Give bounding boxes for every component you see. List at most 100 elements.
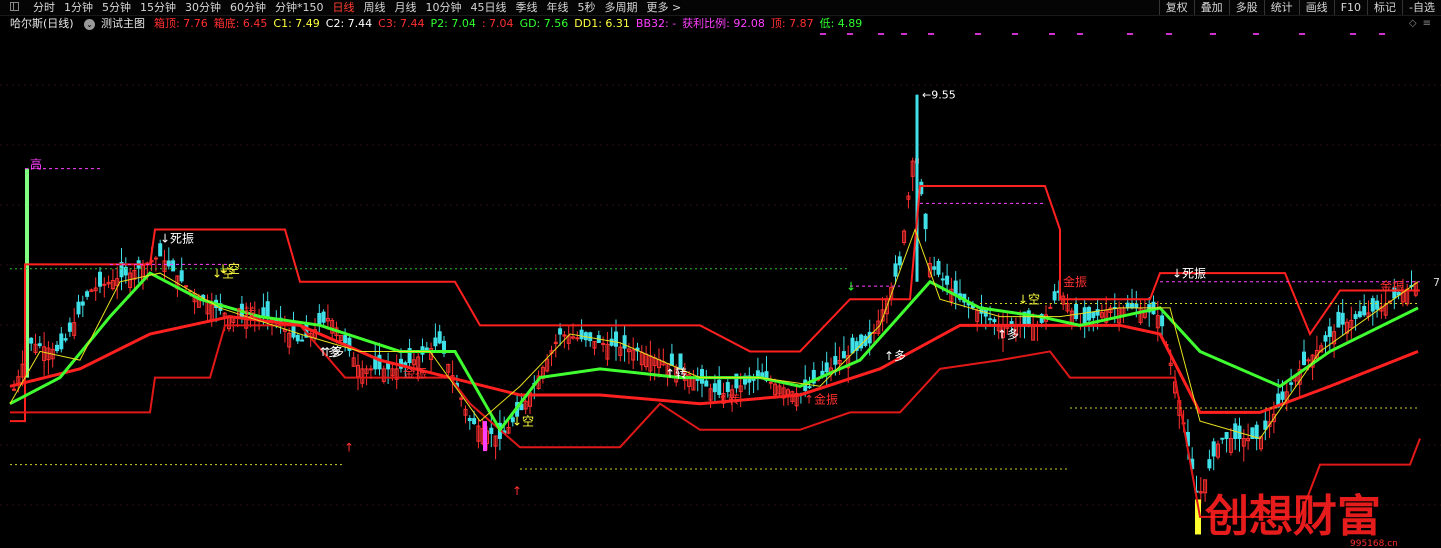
- tab-period-1[interactable]: 1分钟: [64, 0, 93, 15]
- signal-label: ↑多: [884, 349, 906, 363]
- tool-button-5[interactable]: F10: [1333, 0, 1367, 15]
- indicator-legend: 哈尔斯(日线) ⌄ 测试主图 箱顶: 7.76 箱底: 6.45 C1: 7.49 C…: [0, 16, 1441, 32]
- candle-body: [171, 260, 176, 272]
- tab-period-9[interactable]: 月线: [395, 0, 417, 15]
- signal-label: 高: [30, 157, 42, 172]
- candle-body: [807, 386, 812, 389]
- candle-body: [1095, 309, 1100, 316]
- candle-body: [1357, 311, 1362, 318]
- legend-value-11: 顶: 7.87: [770, 17, 814, 30]
- candle-body: [841, 351, 846, 359]
- arrow-icon: ↑: [344, 441, 354, 455]
- candle-body: [1362, 305, 1367, 316]
- tab-period-7[interactable]: 日线: [333, 0, 355, 15]
- tab-period-6[interactable]: 分钟*150: [275, 0, 324, 15]
- candle-body: [343, 335, 348, 344]
- tab-period-13[interactable]: 年线: [547, 0, 569, 15]
- candle-body: [704, 380, 709, 387]
- tab-period-8[interactable]: 周线: [364, 0, 386, 15]
- candle-body: [1353, 314, 1358, 320]
- legend-value-1: 箱底: 6.45: [213, 17, 268, 30]
- candle-body: [184, 285, 188, 288]
- tool-button-2[interactable]: 多股: [1228, 0, 1264, 15]
- candle-body: [1340, 312, 1345, 325]
- tool-button-3[interactable]: 统计: [1263, 0, 1299, 15]
- chevron-down-icon[interactable]: ⌄: [84, 19, 95, 30]
- legend-value-2: C1: 7.49: [273, 17, 320, 30]
- candle-body: [1263, 420, 1268, 430]
- tab-period-12[interactable]: 季线: [516, 0, 538, 15]
- candle-body: [59, 333, 64, 350]
- candle-body: [433, 337, 438, 347]
- stock-title[interactable]: 哈尔斯(日线): [10, 16, 74, 32]
- indicator-values: 箱顶: 7.76 箱底: 6.45 C1: 7.49 C2: 7.44 C3: 7.44…: [154, 16, 868, 32]
- legend-value-7: GD: 7.56: [519, 17, 569, 30]
- candle-body: [1370, 298, 1375, 312]
- candle-body: [102, 283, 107, 286]
- kline-chart[interactable]: 高↓死振↓空↑多↓空↑多 ↑多↓空↑多↓死振金振金振↑金振↑转↑转↑转金振↓空←9…: [0, 33, 1441, 548]
- tab-period-10[interactable]: 10分钟: [426, 0, 462, 15]
- candle-body: [1160, 315, 1165, 327]
- signal-label: 金振: [1380, 279, 1404, 294]
- candle-body: [893, 263, 898, 277]
- candle-body: [63, 338, 68, 341]
- signal-marker: [901, 33, 907, 35]
- menu-icon[interactable]: ≡: [1423, 18, 1431, 29]
- signal-label: ↑金振: [804, 392, 838, 407]
- candle-body: [1091, 311, 1096, 319]
- signal-marker: [928, 33, 934, 35]
- signal-marker: [1077, 33, 1083, 35]
- candle-body: [1026, 310, 1031, 326]
- tool-button-6[interactable]: 标记: [1367, 0, 1402, 15]
- candle-body: [1207, 459, 1212, 469]
- legend-value-5: P2: 7.04: [430, 17, 476, 30]
- candle-body: [833, 356, 838, 365]
- candle-body: [368, 368, 373, 371]
- candle-body: [166, 260, 171, 267]
- candle-body: [1211, 441, 1216, 457]
- signal-marker: [878, 33, 884, 35]
- diamond-icon[interactable]: ◇: [1409, 18, 1417, 29]
- candle-body: [1074, 304, 1079, 320]
- candle-body: [850, 337, 855, 354]
- tab-period-2[interactable]: 5分钟: [102, 0, 131, 15]
- tab-period-15[interactable]: 多周期: [605, 0, 638, 15]
- legend-value-8: DD1: 6.31: [574, 17, 630, 30]
- tab-period-0[interactable]: 分时: [33, 0, 55, 15]
- tool-button-7[interactable]: -自选: [1402, 0, 1441, 15]
- candle-body: [1375, 300, 1380, 310]
- candle-body: [1130, 303, 1134, 309]
- tab-period-11[interactable]: 45日线: [471, 0, 507, 15]
- candle-body: [558, 328, 563, 335]
- candle-body: [265, 301, 270, 318]
- candle-body: [588, 332, 593, 342]
- tool-button-1[interactable]: 叠加: [1193, 0, 1229, 15]
- signal-marker: [1350, 33, 1356, 35]
- tab-period-14[interactable]: 5秒: [578, 0, 596, 15]
- tab-period-3[interactable]: 15分钟: [140, 0, 176, 15]
- signal-marker: [820, 33, 826, 35]
- legend-controls: ◇ ≡: [1403, 16, 1431, 32]
- candle-body: [575, 337, 580, 340]
- arrow-icon: ↑: [512, 484, 522, 498]
- tab-period-5[interactable]: 60分钟: [230, 0, 266, 15]
- tool-button-4[interactable]: 画线: [1298, 0, 1334, 15]
- legend-value-10: 获利比例: 92.08: [682, 17, 765, 30]
- candle-body: [725, 382, 730, 393]
- candle-body: [37, 343, 42, 347]
- candle-body: [67, 322, 72, 332]
- candle-body: [1336, 311, 1341, 328]
- candle-body: [614, 331, 618, 347]
- signal-label: 金振: [403, 366, 427, 381]
- main-indicator-name[interactable]: 测试主图: [101, 16, 145, 32]
- panel-toggle-icon[interactable]: [10, 2, 19, 11]
- candle-body: [321, 311, 326, 323]
- candle-body: [1289, 382, 1294, 385]
- signal-label: ↓空: [512, 414, 534, 428]
- signal-label: ↑转: [234, 305, 256, 320]
- tab-period-4[interactable]: 30分钟: [185, 0, 221, 15]
- tool-button-0[interactable]: 复权: [1158, 0, 1194, 15]
- signal-label: ↑多: [997, 327, 1019, 341]
- tab-period-16[interactable]: 更多 >: [647, 0, 682, 15]
- signal-marker: [1210, 33, 1216, 35]
